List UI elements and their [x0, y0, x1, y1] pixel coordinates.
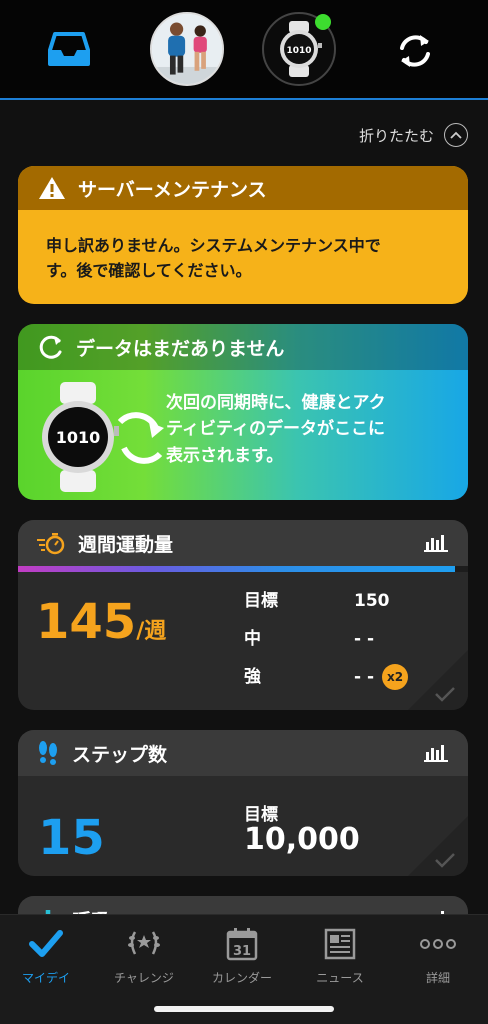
- no-data-line: 表示されます。: [166, 445, 284, 466]
- laurel-icon: [100, 925, 188, 963]
- intensity-header: 週間運動量: [18, 520, 468, 566]
- steps-title: ステップ数: [72, 743, 168, 766]
- moderate-row: 中- -: [244, 624, 374, 649]
- intensity-unit: /週: [136, 619, 167, 644]
- vigorous-label: 強: [244, 667, 261, 687]
- steps-header: ステップ数: [18, 730, 468, 776]
- inbox-tray-icon[interactable]: [48, 30, 90, 68]
- collapse-toggle[interactable]: 折りたたむ: [359, 120, 468, 150]
- sync-icon[interactable]: [392, 28, 438, 74]
- steps-goal-value: 10,000: [244, 822, 360, 857]
- nav-label: ニュース: [316, 971, 364, 985]
- maintenance-message: 申し訳ありません。システムメンテナンス中で す。後で確認してください。: [18, 210, 468, 304]
- no-data-message: 次回の同期時に、健康とアク ティビティのデータがここに 表示されます。: [166, 390, 456, 469]
- maintenance-message-line: 申し訳ありません。システムメンテナンス中で: [46, 236, 381, 255]
- connected-status-dot: [315, 14, 331, 30]
- checkmark-corner-icon: [408, 816, 468, 876]
- refresh-icon: [39, 335, 62, 359]
- no-data-line: ティビティのデータがここに: [166, 419, 385, 440]
- no-data-header: データはまだありません: [18, 324, 468, 370]
- bar-chart-icon[interactable]: [424, 742, 448, 762]
- goal-label: 目標: [244, 591, 278, 611]
- watch-sync-illustration: 1010: [42, 382, 164, 492]
- calendar-icon: 31: [198, 925, 286, 963]
- checkmark-corner-icon: [408, 650, 468, 710]
- nav-label: チャレンジ: [114, 971, 174, 985]
- goal-row: 目標 150: [244, 586, 390, 611]
- nav-label: 詳細: [425, 971, 450, 985]
- goal-value: 150: [354, 591, 390, 611]
- watch-time: 1010: [56, 428, 101, 447]
- nav-more[interactable]: 詳細: [394, 925, 482, 986]
- moderate-label: 中: [244, 629, 261, 649]
- stopwatch-icon: [37, 533, 65, 555]
- intensity-progress-bar: [18, 566, 468, 572]
- calendar-day: 31: [233, 944, 251, 959]
- home-indicator[interactable]: [154, 1006, 334, 1012]
- maintenance-card[interactable]: サーバーメンテナンス 申し訳ありません。システムメンテナンス中で す。後で確認し…: [18, 166, 468, 304]
- nav-calendar[interactable]: 31 カレンダー: [198, 925, 286, 986]
- no-data-title: データはまだありません: [76, 337, 285, 360]
- chevron-up-icon: [444, 123, 468, 147]
- moderate-value: - -: [354, 629, 375, 649]
- more-dots-icon: [394, 925, 482, 963]
- no-data-card[interactable]: データはまだありません 1010 次回の同期時に、健康とアク ティビティのデータ…: [18, 324, 468, 500]
- warning-icon: [39, 177, 65, 199]
- intensity-progress-fill: [18, 566, 455, 572]
- nav-label: カレンダー: [211, 971, 272, 985]
- maintenance-title: サーバーメンテナンス: [78, 178, 267, 201]
- nav-label: マイデイ: [21, 971, 70, 985]
- svg-text:1010: 1010: [286, 46, 311, 56]
- intensity-minutes-card[interactable]: 週間運動量 145/週 目標 150 中 - - 強 - - x2: [18, 520, 468, 710]
- footprints-icon: [39, 741, 57, 765]
- steps-card[interactable]: ステップ数 15 目標 10,000: [18, 730, 468, 876]
- maintenance-header: サーバーメンテナンス: [18, 166, 468, 210]
- avatar[interactable]: [150, 12, 224, 86]
- maintenance-message-line: す。後で確認してください。: [46, 260, 252, 280]
- nav-my-day[interactable]: マイデイ: [2, 925, 90, 986]
- newspaper-icon: [296, 925, 384, 963]
- top-header: 1010: [0, 0, 488, 100]
- bar-chart-icon[interactable]: [424, 532, 448, 552]
- checkmark-icon: [2, 925, 90, 963]
- intensity-title: 週間運動量: [78, 533, 174, 556]
- intensity-value: 145/週: [36, 594, 166, 650]
- nav-news[interactable]: ニュース: [296, 925, 384, 986]
- nav-challenges[interactable]: チャレンジ: [100, 925, 188, 986]
- no-data-line: 次回の同期時に、健康とアク: [166, 393, 386, 413]
- vigorous-row: 強 - - x2: [244, 662, 409, 690]
- vigorous-value: - -: [354, 667, 375, 687]
- intensity-number: 145: [36, 594, 137, 650]
- steps-value: 15: [38, 810, 105, 866]
- x2-badge: x2: [382, 664, 409, 690]
- collapse-label: 折りたたむ: [358, 126, 434, 145]
